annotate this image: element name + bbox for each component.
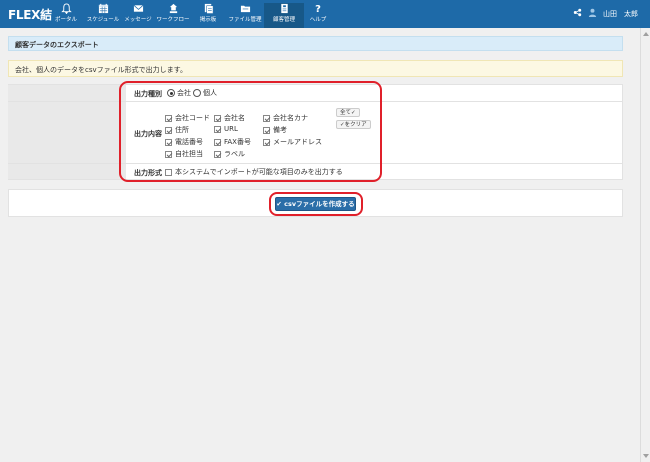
highlight-form-frame (119, 81, 382, 182)
vertical-scrollbar[interactable] (640, 28, 650, 462)
folder-icon (225, 3, 265, 16)
nav-files-label: ファイル管理 (228, 17, 262, 23)
page-title: 顧客データのエクスポート (8, 36, 623, 51)
workflow-icon (153, 3, 193, 16)
top-header: FLEX結 ポータル スケジュール メッセージ ワークフロー 掲示板 ファイル管… (0, 0, 650, 28)
bulletin-icon (188, 3, 228, 16)
bell-icon (46, 3, 86, 16)
scroll-up-arrow-icon[interactable] (643, 32, 649, 36)
share-icon[interactable] (573, 8, 582, 19)
nav-schedule-label: スケジュール (86, 17, 120, 23)
header-user-area: 山田 太郎 (573, 8, 638, 19)
nav-portal-label: ポータル (54, 17, 77, 23)
nav-files[interactable]: ファイル管理 (225, 3, 265, 24)
nav-workflow[interactable]: ワークフロー (153, 3, 193, 24)
nav-bulletin-label: 掲示板 (199, 17, 217, 23)
nav-help[interactable]: ? ヘルプ (298, 3, 338, 24)
nav-bulletin[interactable]: 掲示板 (188, 3, 228, 24)
nav-schedule[interactable]: スケジュール (83, 3, 123, 24)
nav-workflow-label: ワークフロー (156, 17, 190, 23)
highlight-button-frame (269, 192, 363, 216)
nav-message-label: メッセージ (124, 17, 152, 23)
user-name[interactable]: 山田 太郎 (603, 9, 638, 19)
nav-help-label: ヘルプ (309, 17, 327, 23)
mail-icon (118, 3, 158, 16)
user-icon (588, 8, 597, 19)
calendar-icon (83, 3, 123, 16)
nav-portal[interactable]: ポータル (46, 3, 86, 24)
nav-message[interactable]: メッセージ (118, 3, 158, 24)
info-message: 会社、個人のデータをcsvファイル形式で出力します。 (8, 60, 623, 77)
help-icon: ? (315, 4, 321, 15)
scroll-down-arrow-icon[interactable] (643, 454, 649, 458)
